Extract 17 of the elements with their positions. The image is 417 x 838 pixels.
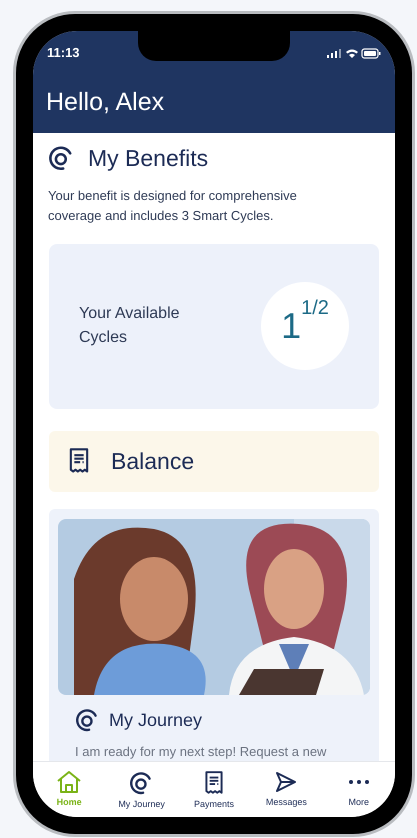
more-icon xyxy=(348,780,369,784)
cycles-label: Your Available Cycles xyxy=(79,304,181,348)
tab-item[interactable]: More xyxy=(324,770,393,810)
page-title: Hello, Alex xyxy=(45,87,166,118)
cycles-value: 1$^{1/2}$ xyxy=(261,282,349,370)
send-icon xyxy=(274,770,298,794)
tab-item[interactable]: Payments xyxy=(180,770,248,812)
status-icons xyxy=(327,46,381,58)
tab-item[interactable]: My Journey xyxy=(108,770,176,812)
tab-item[interactable]: Messages xyxy=(252,770,320,810)
status-time: 11:13 xyxy=(47,44,80,62)
journey-title: My Journey xyxy=(109,708,202,732)
section-title: My Benefits xyxy=(88,144,208,173)
balance-title: Balance xyxy=(111,446,194,476)
benefit-description: Your benefit is designed for comprehensive coverage and includes 3 Smart Cycles. xyxy=(47,186,298,225)
home-icon xyxy=(56,770,82,794)
journey-text: I am ready for my next step! Request a new xyxy=(74,742,328,761)
